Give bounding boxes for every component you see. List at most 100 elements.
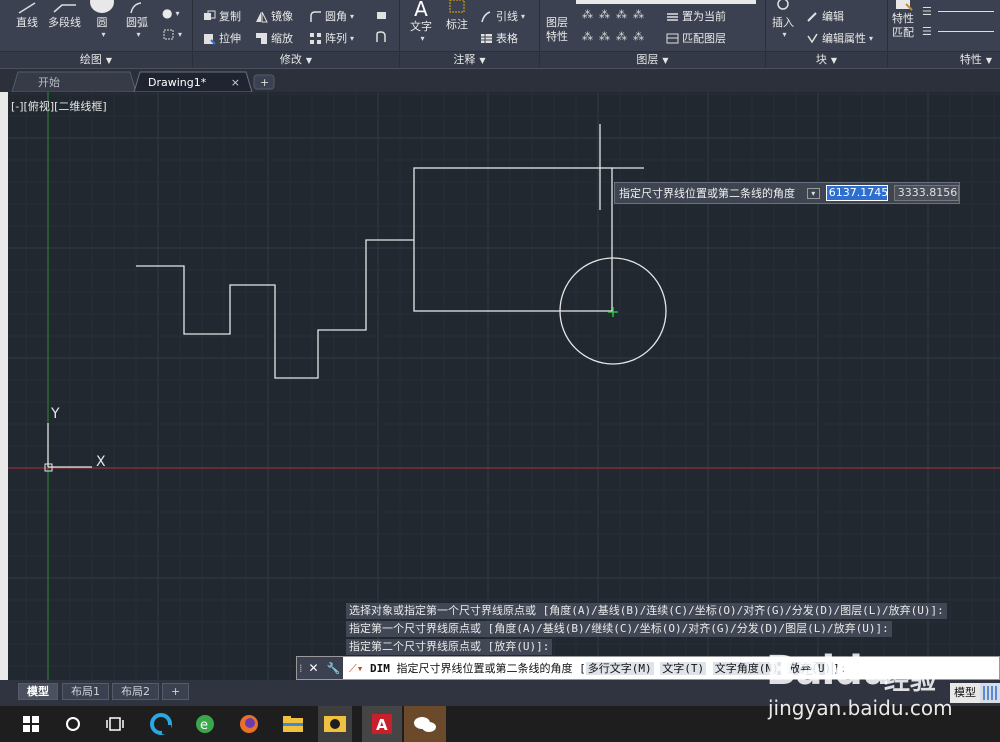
tab-layout2[interactable]: 布局2 [112,683,159,700]
line-button[interactable]: 直线 [16,2,38,30]
array-icon [310,32,321,44]
text-button[interactable]: A 文字 ▾ [410,0,432,43]
match-properties-button[interactable]: 特性 匹配 [892,0,914,40]
taskbar-autocad[interactable]: A [362,706,402,742]
draw-panel: 直线 多段线 圆 ▾ 圆弧 ▾ ● ▾ ▾ 绘图 ▼ [0,0,193,68]
viewport-controls[interactable]: [-][俯视][二维线框] [11,98,107,114]
offset-button[interactable] [375,30,391,43]
baidu-watermark: Baidu 经验 jingyan.baidu.com [766,638,996,742]
dynamic-input-value1[interactable]: 6137.1745 [825,185,888,201]
modify-panel-title[interactable]: 修改 ▼ [193,51,399,68]
dimension-button[interactable]: 标注 [446,0,468,32]
draw-panel-title[interactable]: 绘图 ▼ [0,51,192,68]
arc-label: 圆弧 [126,16,148,29]
start-button[interactable] [14,706,48,742]
tab-start[interactable]: 开始 [24,73,134,93]
layer-tools-row1[interactable]: ⁂⁂⁂⁂ [582,8,650,21]
tab-layout1[interactable]: 布局1 [62,683,109,700]
options-menu-icon[interactable]: ▾ [806,187,820,199]
watermark-brand: Baidu [766,648,890,694]
match-layer-button[interactable]: 匹配图层 [666,30,726,46]
taskbar-media[interactable] [318,706,352,742]
linetype-dropdown[interactable]: ☰ [922,25,1000,38]
dimension-icon [449,0,465,13]
edit-attributes-button[interactable]: 编辑属性 ▾ [806,30,873,46]
scale-button[interactable]: 缩放 [255,30,293,46]
tab-model[interactable]: 模型 [18,683,58,700]
add-layout-button[interactable]: + [162,683,190,700]
layer-properties-button[interactable]: 图层 特性 [546,16,568,44]
eye-icon: ● [162,6,173,20]
history-line: 指定第二个尺寸界线原点或 [放弃(U)]: [346,639,553,655]
command-icon: ⟋▾ [349,662,364,675]
edit-block-button[interactable]: 编辑 [806,8,844,24]
scale-icon [256,32,267,44]
match-properties-icon [896,0,913,11]
polyline-button[interactable]: 多段线 [48,2,81,30]
block-panel: 插入 ▾ 编辑 编辑属性 ▾ 块 ▼ [766,0,888,68]
dynamic-input-tooltip: 指定尺寸界线位置或第二条线的角度 ▾ 6137.1745 3333.8156 [614,182,960,204]
text-icon: A [414,0,428,21]
search-button[interactable] [56,706,90,742]
block-panel-title[interactable]: 块 ▼ [766,51,887,68]
svg-text:e: e [200,718,208,733]
region-icon [163,29,174,40]
circle-button[interactable]: 圆 ▾ [88,0,116,39]
explode-icon [377,12,386,19]
dynamic-input-prompt: 指定尺寸界线位置或第二条线的角度 [619,187,795,200]
wrench-icon[interactable]: 🔧 [327,662,341,675]
hatch-button[interactable]: ● ▾ [162,6,180,20]
layer-dropdown[interactable] [576,0,756,4]
annotation-panel-title[interactable]: 注释 ▼ [400,51,539,68]
file-tab-bar: 开始 Drawing1* × + [0,68,1000,93]
left-edge [0,92,8,680]
taskbar-wechat[interactable] [404,706,446,742]
fillet-button[interactable]: 圆角 ▾ [309,8,354,24]
drawing-canvas[interactable]: Y X [8,92,1000,680]
taskbar-browser[interactable] [144,706,178,742]
add-tab-button[interactable]: + [254,73,274,93]
set-current-button[interactable]: 置为当前 [666,8,726,24]
polyline-icon [53,4,76,13]
media-icon [324,716,346,732]
modify-panel: 复制 镜像 圆角 ▾ 拉伸 缩放 阵列 ▾ 修改 ▼ [193,0,400,68]
search-icon [66,717,80,731]
edit-icon [807,11,817,22]
arc-button[interactable]: 圆弧 ▾ [126,2,148,39]
layer-tools-row2[interactable]: ⁂⁂⁂⁂ [582,30,650,43]
leader-icon [481,10,491,22]
stretch-button[interactable]: 拉伸 [203,30,241,46]
region-button[interactable]: ▾ [162,28,182,41]
table-button[interactable]: 表格 [480,30,518,46]
ucs-y-label: Y [50,406,60,422]
explode-button[interactable] [375,8,391,21]
array-button[interactable]: 阵列 ▾ [309,30,354,46]
option-text[interactable]: 文字(T) [660,662,707,675]
grip-icon: ⁞ [299,661,303,675]
option-mtext[interactable]: 多行文字(M) [585,662,654,675]
close-icon[interactable]: × [231,73,240,92]
command-line-grip[interactable]: ⁞ ✕ 🔧 [297,657,343,679]
insert-button[interactable]: 插入 ▾ [772,0,794,39]
tab-drawing1[interactable]: Drawing1* × [134,73,250,93]
task-view-button[interactable] [98,706,132,742]
close-icon[interactable]: ✕ [309,661,319,675]
dynamic-input-value2[interactable]: 3333.8156 [893,185,959,201]
chevron-down-icon[interactable]: ▾ [101,30,105,39]
taskbar-firefox[interactable] [232,706,266,742]
copy-icon [204,10,216,20]
properties-panel-title[interactable]: 特性 ▼ [888,51,1000,68]
chevron-down-icon[interactable]: ▾ [136,30,140,39]
layer-current-icon [667,12,678,21]
copy-button[interactable]: 复制 [203,8,241,24]
leader-button[interactable]: 引线 ▾ [480,8,525,24]
layers-panel-title[interactable]: 图层 ▼ [540,51,765,68]
mirror-icon [256,11,268,22]
color-dropdown[interactable]: ☰ [922,5,1000,18]
circle-label: 圆 [96,16,108,29]
attribute-icon [807,33,818,43]
taskbar-explorer[interactable] [276,706,310,742]
table-icon [481,33,492,43]
mirror-button[interactable]: 镜像 [255,8,293,24]
taskbar-ie[interactable]: e [188,706,222,742]
